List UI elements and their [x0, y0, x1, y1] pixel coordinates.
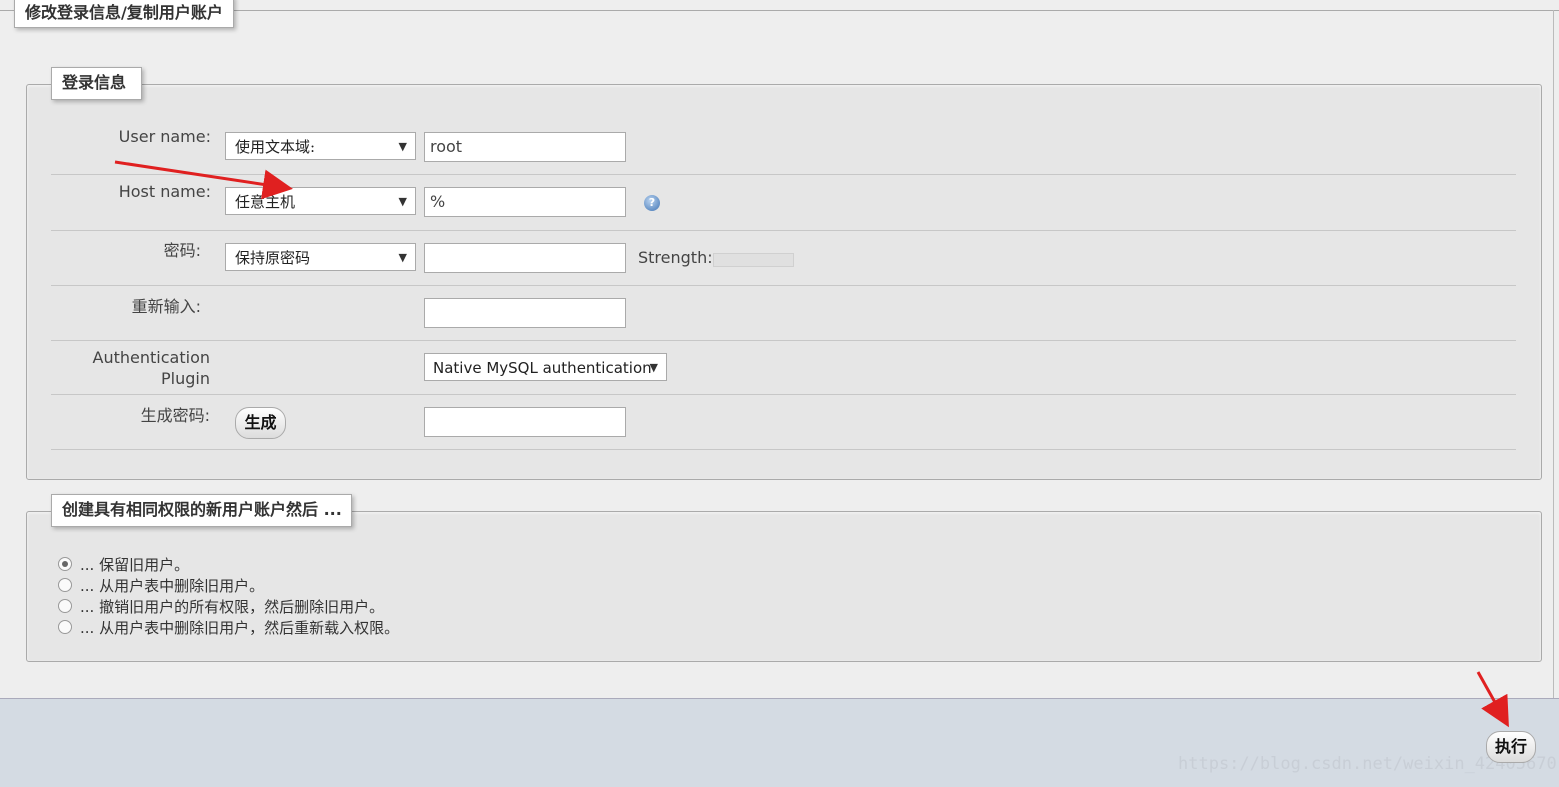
- radio-button[interactable]: [58, 577, 72, 592]
- password-strength-meter: [713, 253, 794, 267]
- retype-label: 重新输入:: [131, 297, 201, 316]
- hostname-input[interactable]: %: [424, 187, 626, 217]
- radio-option-label: ... 撤销旧用户的所有权限，然后删除旧用户。: [80, 598, 385, 616]
- auth-plugin-label-line2: Plugin: [161, 369, 210, 388]
- row-divider: [51, 340, 1516, 341]
- password-label: 密码:: [163, 241, 201, 260]
- radio-option-label: ... 从用户表中删除旧用户。: [80, 577, 265, 595]
- radio-option-label: ... 保留旧用户。: [80, 556, 190, 574]
- auth-plugin-value: Native MySQL authentication: [433, 359, 652, 377]
- password-input[interactable]: [424, 243, 626, 273]
- radio-button[interactable]: [58, 556, 72, 571]
- row-divider: [51, 449, 1516, 450]
- right-border: [1553, 10, 1554, 698]
- hostname-type-value: 任意主机: [235, 193, 296, 211]
- radio-option-revoke-delete[interactable]: ... 撤销旧用户的所有权限，然后删除旧用户。: [58, 596, 384, 616]
- username-input[interactable]: root: [424, 132, 626, 162]
- row-divider: [51, 174, 1516, 175]
- copy-account-legend: 创建具有相同权限的新用户账户然后 ...: [51, 494, 352, 527]
- username-label: User name:: [118, 127, 211, 146]
- generate-password-button[interactable]: 生成: [235, 407, 286, 439]
- generated-password-input[interactable]: [424, 407, 626, 437]
- radio-option-delete[interactable]: ... 从用户表中删除旧用户。: [58, 575, 264, 595]
- row-divider: [51, 394, 1516, 395]
- execute-button[interactable]: 执行: [1486, 731, 1536, 763]
- radio-button[interactable]: [58, 598, 72, 613]
- radio-option-keep[interactable]: ... 保留旧用户。: [58, 554, 189, 574]
- chevron-down-icon: ▼: [398, 140, 407, 153]
- row-divider: [51, 285, 1516, 286]
- retype-password-input[interactable]: [424, 298, 626, 328]
- login-info-legend: 登录信息: [51, 67, 142, 100]
- password-type-value: 保持原密码: [235, 249, 311, 267]
- auth-plugin-select[interactable]: Native MySQL authentication ▼: [424, 353, 667, 381]
- auth-plugin-label-line1: Authentication: [92, 348, 210, 367]
- chevron-down-icon: ▼: [649, 361, 658, 374]
- main-legend: 修改登录信息/复制用户账户: [14, 0, 234, 28]
- generate-password-label: 生成密码:: [140, 406, 210, 425]
- row-divider: [51, 230, 1516, 231]
- help-icon[interactable]: ?: [644, 195, 660, 211]
- password-type-select[interactable]: 保持原密码 ▼: [225, 243, 416, 271]
- hostname-type-select[interactable]: 任意主机 ▼: [225, 187, 416, 215]
- radio-option-label: ... 从用户表中删除旧用户，然后重新载入权限。: [80, 619, 400, 637]
- hostname-label: Host name:: [118, 182, 211, 201]
- radio-button[interactable]: [58, 619, 72, 634]
- chevron-down-icon: ▼: [398, 251, 407, 264]
- username-type-value: 使用文本域:: [235, 138, 316, 156]
- strength-label: Strength:: [638, 248, 713, 267]
- username-type-select[interactable]: 使用文本域: ▼: [225, 132, 416, 160]
- radio-option-delete-reload[interactable]: ... 从用户表中删除旧用户，然后重新载入权限。: [58, 617, 399, 637]
- chevron-down-icon: ▼: [398, 195, 407, 208]
